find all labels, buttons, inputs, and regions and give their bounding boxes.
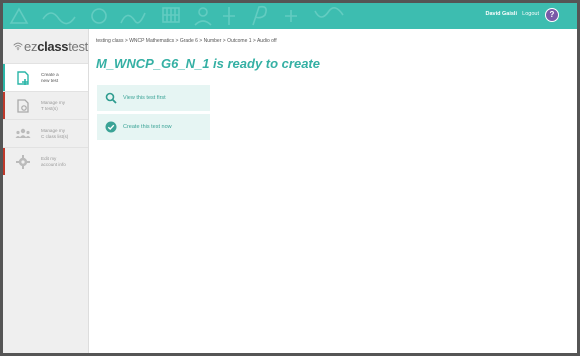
sidebar-item-label: C class list(s)	[41, 133, 69, 139]
item-accent	[3, 148, 5, 175]
logout-link[interactable]: Logout	[522, 11, 539, 17]
active-indicator	[3, 64, 5, 91]
sidebar-item-label: Manage my	[41, 127, 66, 133]
top-bar: David Gaisli Logout ?	[3, 3, 577, 29]
new-document-icon	[17, 71, 29, 85]
app-window: David Gaisli Logout ? ezclasstest Create…	[0, 0, 580, 356]
sidebar-item-label: account info	[41, 161, 66, 167]
check-circle-icon	[105, 121, 117, 133]
view-test-label: View this test first	[123, 95, 166, 101]
user-name-link[interactable]: David Gaisli	[486, 11, 518, 17]
gear-icon	[16, 155, 30, 169]
item-accent	[3, 92, 5, 119]
ezclasstest-logo: ezclasstest	[3, 29, 88, 63]
sidebar: ezclasstest Create a new test Manage my T …	[3, 29, 89, 353]
sidebar-item-label: Edit my	[41, 155, 57, 161]
search-icon	[105, 92, 117, 104]
sidebar-item-create-test[interactable]: Create a new test	[3, 63, 88, 91]
people-group-icon	[15, 128, 31, 138]
help-button[interactable]: ?	[545, 8, 559, 22]
wifi-icon	[13, 42, 23, 51]
create-test-label: Create this test now	[123, 124, 172, 130]
sidebar-item-label: Create a	[41, 71, 59, 77]
logo-test: test	[68, 38, 88, 54]
sidebar-item-label: new test	[41, 77, 59, 83]
sidebar-item-manage-class-lists[interactable]: Manage my C class list(s)	[3, 119, 88, 147]
sidebar-item-manage-tests[interactable]: Manage my T test(s)	[3, 91, 88, 119]
page-title: M_WNCP_G6_N_1 is ready to create	[96, 56, 320, 71]
create-test-button[interactable]: Create this test now	[97, 114, 210, 140]
sidebar-item-label: T test(s)	[41, 105, 58, 111]
sidebar-item-edit-account[interactable]: Edit my account info	[3, 147, 88, 175]
main-content: testing class > WNCP Mathematics > Grade…	[90, 29, 577, 353]
breadcrumb: testing class > WNCP Mathematics > Grade…	[96, 38, 277, 44]
document-search-icon	[17, 99, 29, 113]
logo-class: class	[37, 38, 69, 54]
doodle-pattern-icon	[9, 5, 344, 26]
logo-ez: ez	[24, 38, 38, 54]
view-test-button[interactable]: View this test first	[97, 85, 210, 111]
sidebar-item-label: Manage my	[41, 99, 66, 105]
